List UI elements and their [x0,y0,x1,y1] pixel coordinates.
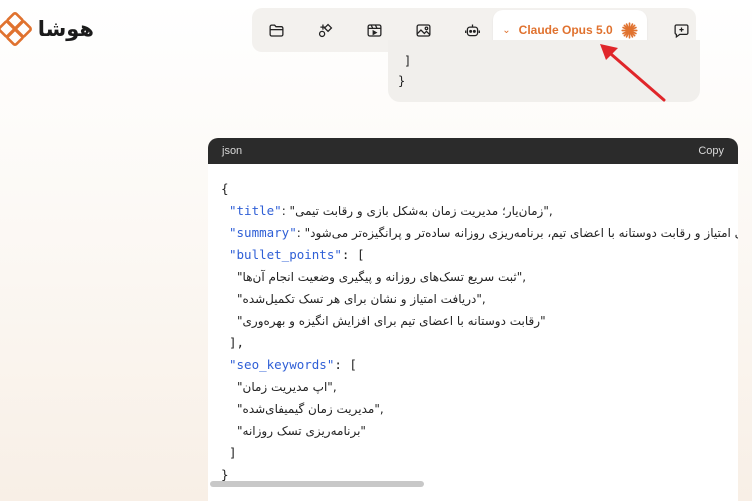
code-line: "اپ مدیریت زمان", [237,380,337,394]
code-line: "ثبت سریع تسک‌های روزانه و پیگیری وضعیت … [237,270,527,284]
code-line: } [398,74,406,88]
shapes-button[interactable] [301,8,350,52]
code-line: ], [229,335,245,350]
code-language-label: json [222,145,243,157]
copy-button[interactable]: Copy [698,145,724,157]
brand-logo[interactable]: هوشا [0,12,94,46]
folder-button[interactable] [252,8,301,52]
code-line: ] [229,445,237,460]
shapes-icon [318,23,333,37]
logo-mark-icon [0,12,32,46]
video-icon [367,23,382,37]
code-line: "seo_keywords": [ [229,357,357,372]
code-line: "رقابت دوستانه با اعضای تیم برای افزایش … [237,314,546,328]
code-line: ] [404,54,412,68]
brand-name: هوشا [37,17,94,41]
code-block-header: json Copy [208,138,738,164]
robot-icon [465,24,480,36]
folder-icon [269,24,284,37]
code-line: "bullet_points": [ [229,247,365,262]
code-block-body: { "title": "زمان‌یار؛ مدیریت زمان به‌شکل… [208,164,738,501]
code-line: "title": "زمان‌یار؛ مدیریت زمان به‌شکل ب… [229,203,553,218]
code-line: "برنامه‌ریزی تسک روزانه" [237,424,366,438]
code-line: "مدیریت زمان گیمیفای‌شده", [237,402,384,416]
image-icon [416,23,431,37]
model-name: Claude Opus 5.0 [518,23,613,37]
annotation-arrow-icon [600,44,666,102]
code-line: "summary": "جمع‌آوری امتیاز و رقابت دوست… [229,225,738,240]
claude-star-icon [621,21,638,39]
code-line: "دریافت امتیاز و نشان برای هر تسک تکمیل‌… [237,292,486,306]
horizontal-scrollbar[interactable] [208,481,738,487]
chat-plus-icon [673,23,689,38]
code-line: { [221,181,229,196]
chevron-down-icon: ⌄ [502,24,511,36]
scrollbar-thumb[interactable] [210,481,424,487]
